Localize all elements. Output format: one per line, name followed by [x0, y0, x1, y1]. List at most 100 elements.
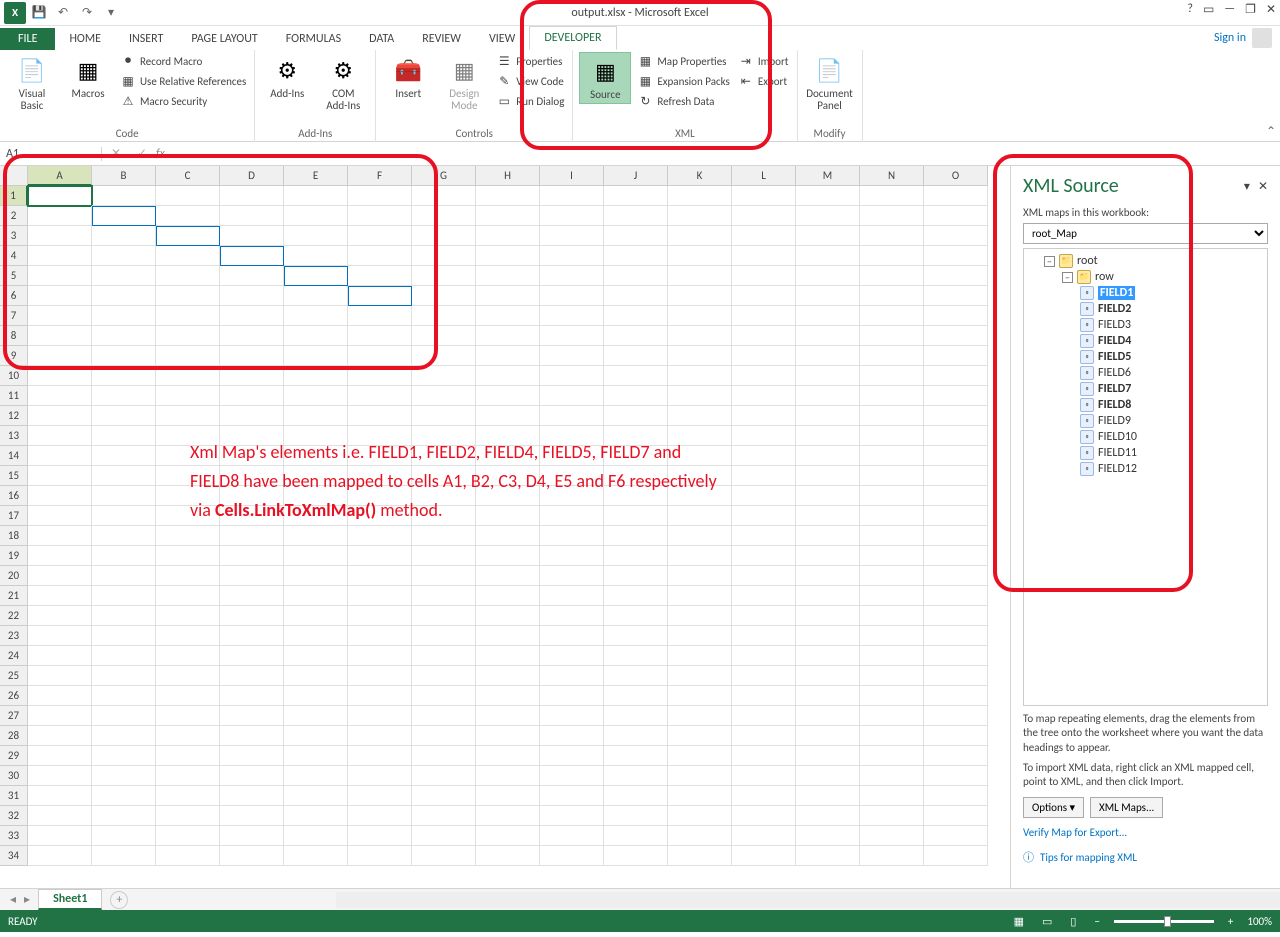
cell-N34[interactable]	[860, 846, 924, 866]
cell-D18[interactable]	[220, 526, 284, 546]
cell-N8[interactable]	[860, 326, 924, 346]
cell-C4[interactable]	[156, 246, 220, 266]
pane-close-icon[interactable]: ✕	[1258, 179, 1268, 194]
cell-J19[interactable]	[604, 546, 668, 566]
cell-A31[interactable]	[28, 786, 92, 806]
cell-G29[interactable]	[412, 746, 476, 766]
cell-N2[interactable]	[860, 206, 924, 226]
cell-K23[interactable]	[668, 626, 732, 646]
cell-B22[interactable]	[92, 606, 156, 626]
cell-F8[interactable]	[348, 326, 412, 346]
row-header-2[interactable]: 2	[0, 206, 28, 226]
cell-F30[interactable]	[348, 766, 412, 786]
cell-C9[interactable]	[156, 346, 220, 366]
select-all-corner[interactable]	[0, 166, 28, 186]
cell-M9[interactable]	[796, 346, 860, 366]
cell-G5[interactable]	[412, 266, 476, 286]
cell-O9[interactable]	[924, 346, 988, 366]
cell-O24[interactable]	[924, 646, 988, 666]
tips-link[interactable]: ⓘ Tips for mapping XML	[1023, 849, 1268, 865]
row-header-29[interactable]: 29	[0, 746, 28, 766]
cell-D7[interactable]	[220, 306, 284, 326]
cell-I19[interactable]	[540, 546, 604, 566]
cell-I25[interactable]	[540, 666, 604, 686]
cell-F4[interactable]	[348, 246, 412, 266]
cell-C1[interactable]	[156, 186, 220, 206]
cell-D6[interactable]	[220, 286, 284, 306]
cell-M10[interactable]	[796, 366, 860, 386]
col-header-M[interactable]: M	[796, 166, 860, 186]
cell-L31[interactable]	[732, 786, 796, 806]
row-header-8[interactable]: 8	[0, 326, 28, 346]
cell-K29[interactable]	[668, 746, 732, 766]
cell-K22[interactable]	[668, 606, 732, 626]
cell-M34[interactable]	[796, 846, 860, 866]
cell-L34[interactable]	[732, 846, 796, 866]
cell-A24[interactable]	[28, 646, 92, 666]
cell-N10[interactable]	[860, 366, 924, 386]
cell-A7[interactable]	[28, 306, 92, 326]
cell-O25[interactable]	[924, 666, 988, 686]
cell-H12[interactable]	[476, 406, 540, 426]
cell-F25[interactable]	[348, 666, 412, 686]
cell-J21[interactable]	[604, 586, 668, 606]
cell-H25[interactable]	[476, 666, 540, 686]
cell-F26[interactable]	[348, 686, 412, 706]
cell-G34[interactable]	[412, 846, 476, 866]
row-header-13[interactable]: 13	[0, 426, 28, 446]
cell-F20[interactable]	[348, 566, 412, 586]
cell-M30[interactable]	[796, 766, 860, 786]
cell-K19[interactable]	[668, 546, 732, 566]
cell-B33[interactable]	[92, 826, 156, 846]
cell-A26[interactable]	[28, 686, 92, 706]
cell-C34[interactable]	[156, 846, 220, 866]
cell-L24[interactable]	[732, 646, 796, 666]
row-header-26[interactable]: 26	[0, 686, 28, 706]
cell-K5[interactable]	[668, 266, 732, 286]
cell-K12[interactable]	[668, 406, 732, 426]
cell-L9[interactable]	[732, 346, 796, 366]
cell-D19[interactable]	[220, 546, 284, 566]
zoom-out-icon[interactable]: −	[1090, 913, 1103, 930]
row-header-19[interactable]: 19	[0, 546, 28, 566]
cell-A15[interactable]	[28, 466, 92, 486]
help-icon[interactable]: ?	[1187, 2, 1193, 17]
tree-field-FIELD5[interactable]: ▫FIELD5	[1028, 349, 1263, 365]
col-header-B[interactable]: B	[92, 166, 156, 186]
cell-M25[interactable]	[796, 666, 860, 686]
cell-M28[interactable]	[796, 726, 860, 746]
cell-C3[interactable]	[156, 226, 220, 246]
cell-F10[interactable]	[348, 366, 412, 386]
cell-K9[interactable]	[668, 346, 732, 366]
cell-I26[interactable]	[540, 686, 604, 706]
tree-field-FIELD8[interactable]: ▫FIELD8	[1028, 397, 1263, 413]
cell-K25[interactable]	[668, 666, 732, 686]
row-header-18[interactable]: 18	[0, 526, 28, 546]
cell-L22[interactable]	[732, 606, 796, 626]
cell-H2[interactable]	[476, 206, 540, 226]
cell-G24[interactable]	[412, 646, 476, 666]
cell-D34[interactable]	[220, 846, 284, 866]
cell-G33[interactable]	[412, 826, 476, 846]
cell-H18[interactable]	[476, 526, 540, 546]
cell-N33[interactable]	[860, 826, 924, 846]
cell-E26[interactable]	[284, 686, 348, 706]
col-header-D[interactable]: D	[220, 166, 284, 186]
cell-I18[interactable]	[540, 526, 604, 546]
cell-A34[interactable]	[28, 846, 92, 866]
cell-C29[interactable]	[156, 746, 220, 766]
cell-L11[interactable]	[732, 386, 796, 406]
cell-H28[interactable]	[476, 726, 540, 746]
qat-customize-icon[interactable]: ▾	[100, 2, 122, 24]
cell-J9[interactable]	[604, 346, 668, 366]
cell-K18[interactable]	[668, 526, 732, 546]
cell-F9[interactable]	[348, 346, 412, 366]
cell-N15[interactable]	[860, 466, 924, 486]
cell-E10[interactable]	[284, 366, 348, 386]
cell-C26[interactable]	[156, 686, 220, 706]
enter-formula-icon[interactable]: ✓	[130, 146, 154, 161]
cell-H32[interactable]	[476, 806, 540, 826]
cell-E3[interactable]	[284, 226, 348, 246]
cell-E23[interactable]	[284, 626, 348, 646]
cell-E11[interactable]	[284, 386, 348, 406]
